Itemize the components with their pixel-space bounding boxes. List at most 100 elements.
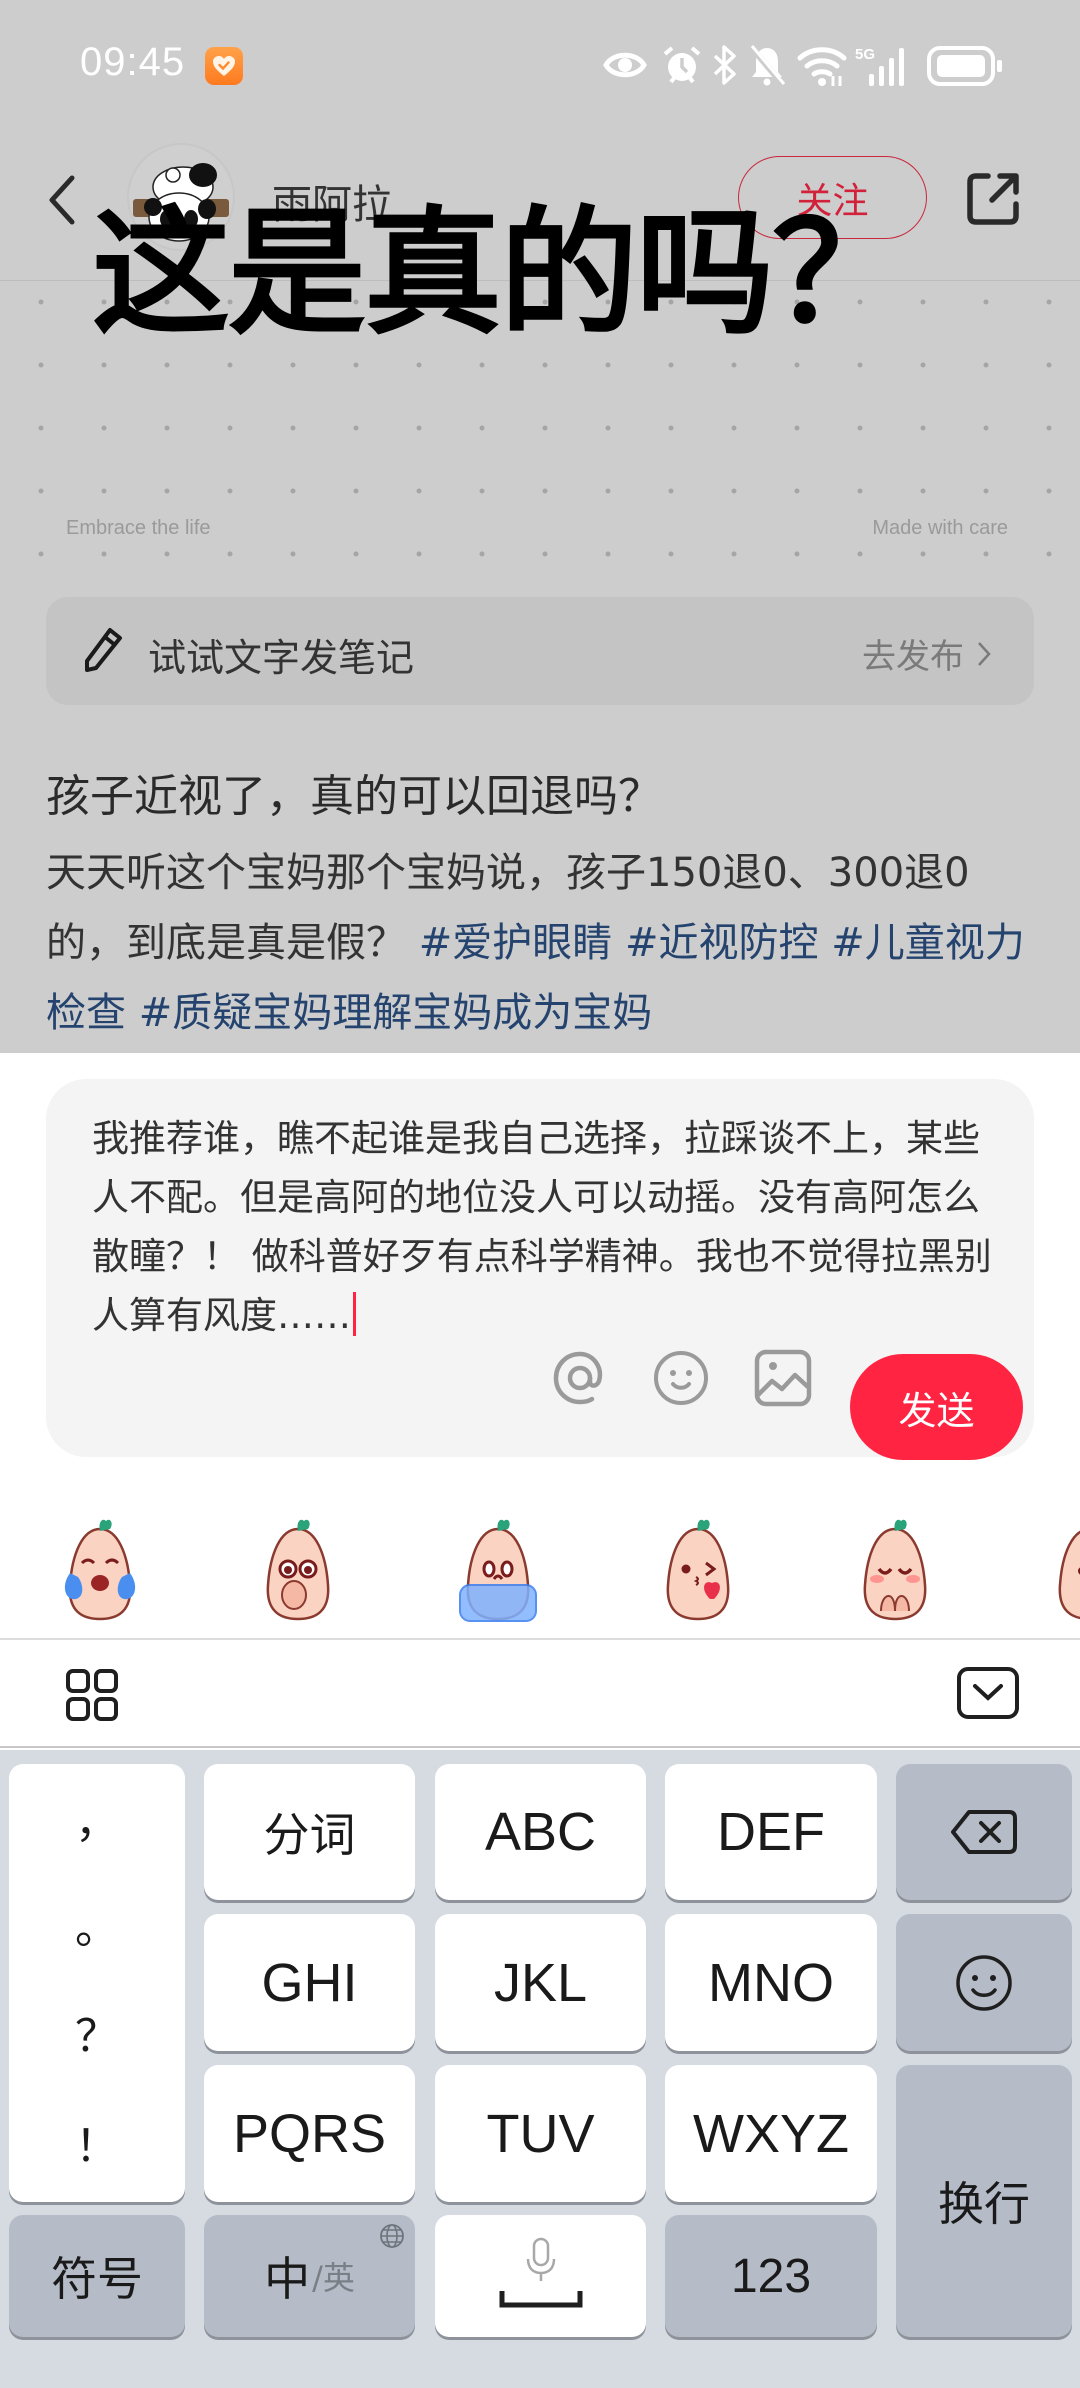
- pleading-hands-emoji[interactable]: [845, 1515, 945, 1625]
- grid-dot: [920, 362, 926, 368]
- grid-dot: [164, 551, 170, 557]
- grid-dot: [731, 488, 737, 494]
- grid-dot: [1046, 488, 1052, 494]
- post-image-caption-right: Made with care: [872, 517, 1008, 539]
- grid-dot: [794, 362, 800, 368]
- space-key[interactable]: [435, 2215, 646, 2337]
- key-segment[interactable]: 分词: [204, 1764, 415, 1900]
- grid-dot: [479, 551, 485, 557]
- punct-key-question[interactable]: ？: [9, 2000, 185, 2064]
- eye-icon: [603, 52, 647, 78]
- grid-dot: [101, 551, 107, 557]
- hashtag[interactable]: #质疑宝妈理解宝妈成为宝妈: [139, 990, 653, 1036]
- key-mno[interactable]: MNO: [665, 1914, 877, 2051]
- key-pqrs[interactable]: PQRS: [204, 2065, 415, 2202]
- grid-dot: [542, 362, 548, 368]
- signal-5g-icon: 5G: [855, 46, 904, 86]
- grid-dot: [416, 551, 422, 557]
- key-jkl[interactable]: JKL: [435, 1914, 646, 2051]
- backspace-icon: [951, 1810, 1017, 1854]
- grid-dot: [920, 425, 926, 431]
- key-abc[interactable]: ABC: [435, 1764, 646, 1900]
- comment-input-text: 我推荐谁，瞧不起谁是我自己选择，拉踩谈不上，某些人不配。但是高阿的地位没人可以动…: [92, 1117, 992, 1337]
- blow-kiss-heart-emoji[interactable]: [648, 1515, 748, 1625]
- share-icon[interactable]: [962, 168, 1024, 230]
- grid-dot: [542, 425, 548, 431]
- hashtag[interactable]: #爱护眼睛: [419, 920, 613, 966]
- grid-dot: [227, 551, 233, 557]
- go-publish-link[interactable]: 去发布: [862, 629, 992, 678]
- punct-key-comma[interactable]: ，: [9, 1786, 185, 1850]
- key-tuv[interactable]: TUV: [435, 2065, 646, 2202]
- grid-dot: [227, 425, 233, 431]
- image-icon[interactable]: [752, 1347, 814, 1409]
- try-text-note-banner[interactable]: 试试文字发笔记 去发布: [46, 597, 1034, 705]
- shy-cover-mouth-emoji[interactable]: [248, 1515, 348, 1625]
- grid-dot: [1046, 299, 1052, 305]
- key-def[interactable]: DEF: [665, 1764, 877, 1900]
- numbers-key[interactable]: 123: [665, 2215, 877, 2337]
- mention-icon[interactable]: [549, 1347, 611, 1409]
- comment-input[interactable]: 我推荐谁，瞧不起谁是我自己选择，拉踩谈不上，某些人不配。但是高阿的地位没人可以动…: [92, 1109, 992, 1345]
- grid-dot: [353, 488, 359, 494]
- grid-dot: [227, 488, 233, 494]
- punct-key-period[interactable]: 。: [9, 1892, 185, 1956]
- collapse-keyboard-icon[interactable]: [956, 1666, 1020, 1720]
- grid-dot: [416, 362, 422, 368]
- key-wxyz[interactable]: WXYZ: [665, 2065, 877, 2202]
- grid-dot: [1046, 425, 1052, 431]
- flood-tears-emoji[interactable]: [448, 1515, 548, 1625]
- alarm-icon: [663, 46, 701, 84]
- status-time: 09:45: [80, 40, 186, 84]
- symbols-key[interactable]: 符号: [9, 2215, 185, 2337]
- apps-grid-icon[interactable]: [65, 1668, 119, 1722]
- post-image[interactable]: 这是真的吗？ Embrace the life Made with care: [0, 193, 1080, 581]
- language-switch-key[interactable]: 中/英: [204, 2215, 415, 2337]
- grid-dot: [479, 362, 485, 368]
- enter-key[interactable]: 换行: [896, 2065, 1072, 2337]
- grid-dot: [101, 362, 107, 368]
- grid-dot: [290, 488, 296, 494]
- punct-key-exclaim[interactable]: ！: [9, 2110, 185, 2174]
- send-button[interactable]: 发送: [850, 1354, 1023, 1460]
- wifi-icon: [797, 47, 847, 86]
- grid-dot: [164, 362, 170, 368]
- keyboard-toolbar: [0, 1640, 1080, 1748]
- post-image-title: 这是真的吗？: [92, 193, 910, 354]
- grid-dot: [794, 488, 800, 494]
- grid-dot: [668, 551, 674, 557]
- backspace-key[interactable]: [896, 1764, 1072, 1900]
- smiley-icon: [956, 1954, 1012, 2011]
- emoji-suggestion-row: [0, 1505, 1080, 1630]
- back-icon[interactable]: [40, 170, 80, 230]
- crying-laugh-emoji[interactable]: [50, 1515, 150, 1625]
- grid-dot: [1046, 362, 1052, 368]
- emoji-icon[interactable]: [650, 1347, 712, 1409]
- grid-dot: [416, 425, 422, 431]
- grid-dot: [101, 425, 107, 431]
- grid-dot: [605, 362, 611, 368]
- grid-dot: [290, 551, 296, 557]
- go-publish-label: 去发布: [862, 637, 964, 677]
- punctuation-column[interactable]: ， 。 ？ ！: [9, 1764, 185, 2202]
- grid-dot: [38, 362, 44, 368]
- lang-main: 中: [264, 2252, 311, 2306]
- grid-dot: [794, 551, 800, 557]
- globe-icon: [380, 2224, 404, 2248]
- grid-dot: [38, 425, 44, 431]
- network-type: 5G: [855, 46, 875, 63]
- partial-emoji[interactable]: [1040, 1515, 1080, 1625]
- bluetooth-icon: [713, 45, 736, 85]
- text-caret: [353, 1292, 356, 1336]
- grid-dot: [920, 299, 926, 305]
- emoji-key[interactable]: [896, 1914, 1072, 2051]
- grid-dot: [479, 425, 485, 431]
- grid-dot: [605, 488, 611, 494]
- hashtag[interactable]: #近视防控: [625, 920, 819, 966]
- grid-dot: [668, 362, 674, 368]
- page-background-dimmed: 09:45 5G 雨阿拉 关注 这是真的吗？ Embrace the life …: [0, 0, 1080, 1053]
- key-ghi[interactable]: GHI: [204, 1914, 415, 2051]
- grid-dot: [668, 425, 674, 431]
- grid-dot: [983, 488, 989, 494]
- grid-dot: [731, 425, 737, 431]
